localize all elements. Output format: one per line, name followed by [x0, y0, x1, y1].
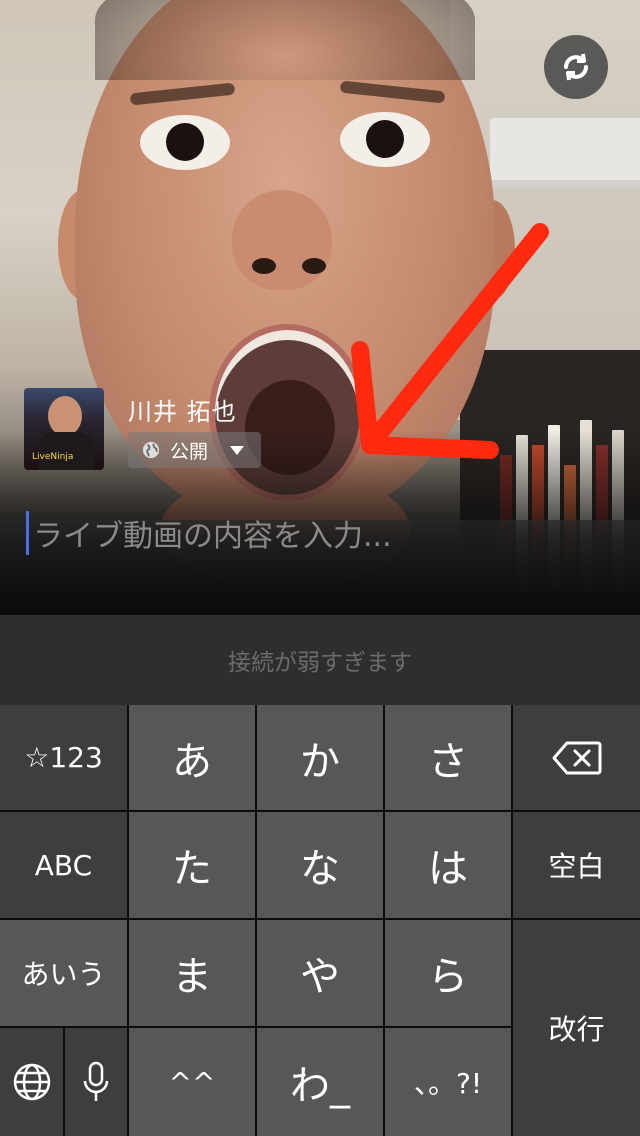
description-input[interactable]: ライブ動画の内容を入力...: [26, 510, 392, 556]
space-key[interactable]: 空白: [513, 812, 640, 918]
face-nose: [232, 190, 332, 290]
camera-switch-icon: [564, 53, 588, 81]
globe-icon: [13, 1063, 50, 1101]
user-name: 川井 拓也: [128, 398, 237, 426]
key-wa[interactable]: わ_: [257, 1028, 383, 1136]
live-video-screen: LiveNinja 川井 拓也 公開 ライブ動画の内容を入力... 接続が弱すぎ…: [0, 0, 640, 1136]
chevron-down-icon: [230, 445, 245, 455]
face-eye: [340, 112, 430, 167]
avatar-label: LiveNinja: [32, 452, 74, 462]
key-na[interactable]: な: [257, 812, 383, 918]
backspace-icon: [552, 741, 601, 774]
key-sa[interactable]: さ: [385, 705, 511, 810]
key-punctuation[interactable]: 、。?!: [385, 1028, 511, 1136]
key-ma[interactable]: ま: [129, 920, 255, 1026]
key-numbers[interactable]: ☆123: [0, 705, 127, 810]
key-ra[interactable]: ら: [385, 920, 511, 1026]
camera-preview: LiveNinja 川井 拓也 公開 ライブ動画の内容を入力...: [0, 0, 640, 615]
privacy-label: 公開: [170, 440, 209, 463]
key-ha[interactable]: は: [385, 812, 511, 918]
microphone-icon: [83, 1061, 109, 1101]
globe-key[interactable]: [0, 1028, 63, 1136]
description-placeholder: ライブ動画の内容を入力...: [33, 519, 392, 554]
privacy-selector[interactable]: 公開: [128, 432, 261, 468]
japanese-keyboard: ☆123 あ か さ ABC た な は 空白 あいう ま や ら 改行 ^^ …: [0, 705, 640, 1136]
connection-status-text: 接続が弱すぎます: [228, 650, 412, 676]
face-hair: [95, 0, 475, 80]
face-nostril: [252, 258, 276, 274]
return-key[interactable]: 改行: [513, 920, 640, 1136]
text-cursor: [26, 511, 29, 555]
key-a[interactable]: あ: [129, 705, 255, 810]
key-ya[interactable]: や: [257, 920, 383, 1026]
key-abc[interactable]: ABC: [0, 812, 127, 918]
avatar: LiveNinja: [24, 388, 104, 470]
mic-key[interactable]: [65, 1028, 127, 1136]
face-eye: [140, 115, 230, 170]
key-emoticon[interactable]: ^^: [129, 1028, 255, 1136]
camera-switch-button[interactable]: [544, 35, 608, 99]
air-conditioner: [490, 118, 640, 188]
annotation-arrow: [351, 223, 549, 459]
key-ka[interactable]: か: [257, 705, 383, 810]
key-ta[interactable]: た: [129, 812, 255, 918]
delete-button[interactable]: [513, 705, 640, 810]
key-hiragana[interactable]: あいう: [0, 920, 127, 1026]
face-nostril: [302, 258, 326, 274]
globe-icon: [142, 441, 160, 459]
connection-status: 接続が弱すぎます: [0, 615, 640, 705]
